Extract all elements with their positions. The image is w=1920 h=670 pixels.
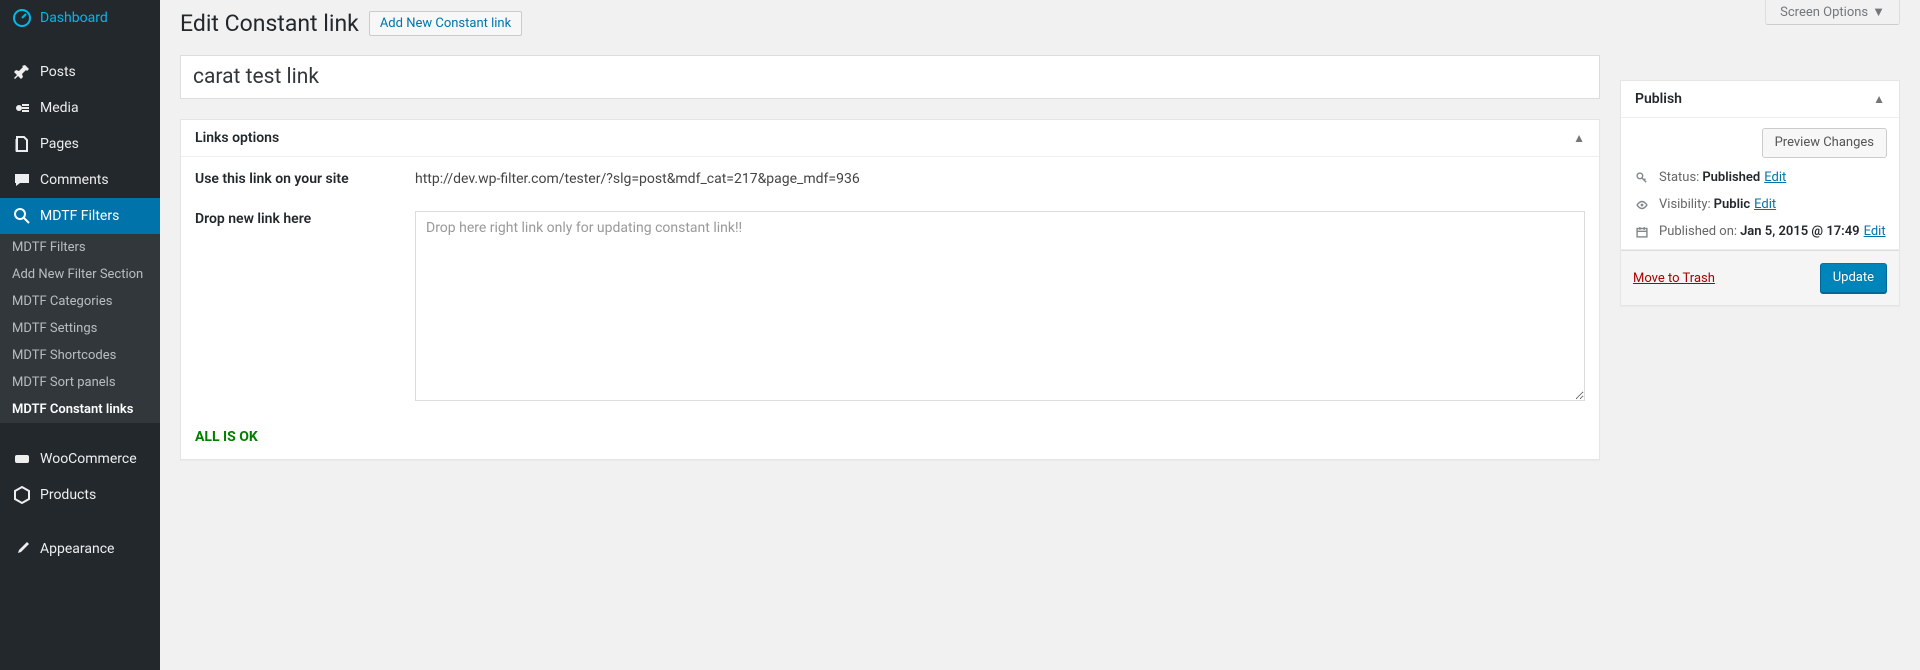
submenu-item-mdtf-filters[interactable]: MDTF Filters — [0, 234, 160, 261]
submenu-item-constant-links[interactable]: MDTF Constant links — [0, 396, 160, 423]
content-column: Edit Constant link Add New Constant link… — [180, 0, 1620, 670]
edit-visibility-link[interactable]: Edit — [1754, 197, 1776, 212]
sidebar-item-media[interactable]: Media — [0, 90, 160, 126]
sidebar-item-comments[interactable]: Comments — [0, 162, 160, 198]
status-value: Published — [1702, 170, 1760, 185]
status-label: Status: — [1659, 170, 1699, 185]
sidebar-item-appearance[interactable]: Appearance — [0, 531, 160, 567]
chevron-up-icon[interactable]: ▲ — [1573, 131, 1585, 145]
key-icon — [1633, 171, 1651, 185]
published-on-label: Published on: — [1659, 224, 1737, 239]
visibility-value: Public — [1714, 197, 1750, 212]
sidebar-item-label: Media — [40, 100, 79, 116]
drop-link-textarea[interactable] — [415, 211, 1585, 401]
screen-options-wrap: Screen Options ▼ — [1765, 0, 1900, 25]
sidebar-item-label: Posts — [40, 64, 76, 80]
brush-icon — [12, 539, 32, 559]
sidebar-item-label: MDTF Filters — [40, 208, 119, 224]
sidebar-item-mdtf-filters[interactable]: MDTF Filters — [0, 198, 160, 234]
use-link-label: Use this link on your site — [195, 171, 415, 187]
add-new-button[interactable]: Add New Constant link — [369, 11, 522, 36]
comments-icon — [12, 170, 32, 190]
edit-date-link[interactable]: Edit — [1864, 224, 1886, 239]
submenu-item-sort-panels[interactable]: MDTF Sort panels — [0, 369, 160, 396]
use-link-value: http://dev.wp-filter.com/tester/?slg=pos… — [415, 171, 1585, 187]
products-icon — [12, 485, 32, 505]
sidebar-item-posts[interactable]: Posts — [0, 54, 160, 90]
calendar-icon — [1633, 225, 1651, 239]
sidebar-item-pages[interactable]: Pages — [0, 126, 160, 162]
search-icon — [12, 206, 32, 226]
publish-heading: Publish — [1635, 91, 1682, 107]
move-to-trash-link[interactable]: Move to Trash — [1633, 271, 1715, 286]
page-header: Edit Constant link Add New Constant link — [180, 10, 1600, 37]
sidebar-item-products[interactable]: Products — [0, 477, 160, 513]
chevron-up-icon[interactable]: ▲ — [1873, 92, 1885, 106]
preview-changes-button[interactable]: Preview Changes — [1762, 128, 1887, 158]
main-content: Screen Options ▼ Edit Constant link Add … — [160, 0, 1920, 670]
sidebar-item-dashboard[interactable]: Dashboard — [0, 0, 160, 36]
sidebar-item-label: Pages — [40, 136, 79, 152]
eye-icon — [1633, 198, 1651, 212]
submenu-item-settings[interactable]: MDTF Settings — [0, 315, 160, 342]
update-button[interactable]: Update — [1820, 263, 1887, 293]
published-on-value: Jan 5, 2015 @ 17:49 — [1740, 224, 1860, 239]
sidebar-item-label: WooCommerce — [40, 451, 137, 467]
screen-options-label: Screen Options — [1780, 5, 1868, 20]
sidebar-submenu: MDTF Filters Add New Filter Section MDTF… — [0, 234, 160, 423]
links-options-heading: Links options — [195, 130, 279, 146]
visibility-label: Visibility: — [1659, 197, 1711, 212]
dashboard-icon — [12, 8, 32, 28]
sidebar-item-label: Products — [40, 487, 96, 503]
publish-header[interactable]: Publish ▲ — [1621, 81, 1899, 118]
submenu-item-add-new-filter[interactable]: Add New Filter Section — [0, 261, 160, 288]
sidebar-item-woocommerce[interactable]: WooCommerce — [0, 441, 160, 477]
edit-status-link[interactable]: Edit — [1764, 170, 1786, 185]
status-text: ALL IS OK — [195, 429, 1585, 445]
screen-options-toggle[interactable]: Screen Options ▼ — [1765, 0, 1900, 25]
submenu-item-categories[interactable]: MDTF Categories — [0, 288, 160, 315]
page-title: Edit Constant link — [180, 10, 359, 37]
sidebar-column: Publish ▲ Preview Changes Status: Publis… — [1620, 60, 1900, 670]
admin-sidebar: Dashboard Posts Media Pages Comments MDT… — [0, 0, 160, 670]
publish-box: Publish ▲ Preview Changes Status: Publis… — [1620, 80, 1900, 306]
drop-link-label: Drop new link here — [195, 211, 415, 227]
pages-icon — [12, 134, 32, 154]
chevron-down-icon: ▼ — [1872, 4, 1885, 20]
sidebar-item-label: Comments — [40, 172, 109, 188]
sidebar-item-label: Appearance — [40, 541, 114, 557]
pin-icon — [12, 62, 32, 82]
media-icon — [12, 98, 32, 118]
links-options-header[interactable]: Links options ▲ — [181, 120, 1599, 157]
submenu-item-shortcodes[interactable]: MDTF Shortcodes — [0, 342, 160, 369]
woo-icon — [12, 449, 32, 469]
links-options-box: Links options ▲ Use this link on your si… — [180, 119, 1600, 460]
post-title-input[interactable] — [180, 55, 1600, 99]
sidebar-item-label: Dashboard — [40, 10, 108, 26]
